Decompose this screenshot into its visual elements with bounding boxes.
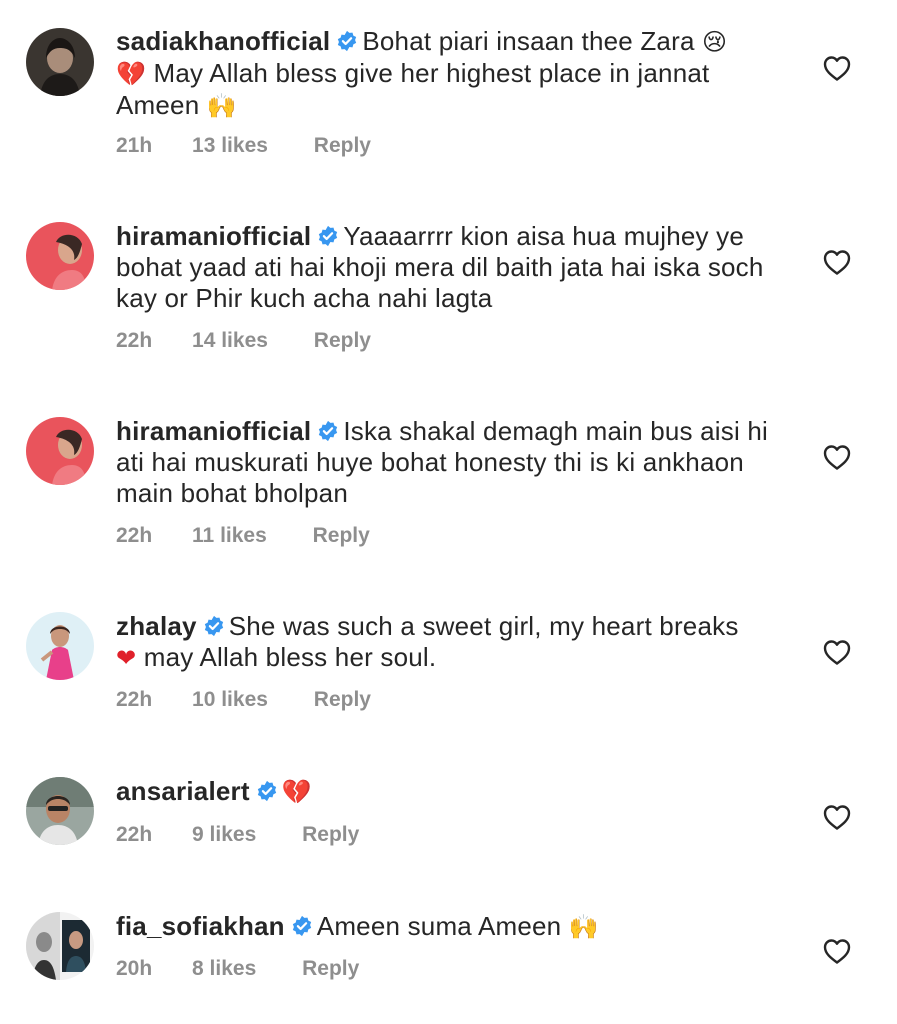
comment-meta: 22h 9 likes Reply [116, 823, 359, 847]
verified-badge-icon [317, 225, 339, 247]
username[interactable]: hiramaniofficial [116, 221, 311, 251]
like-heart-icon[interactable] [822, 248, 852, 276]
comment-meta: 22h 10 likes Reply [116, 688, 371, 712]
reply-button[interactable]: Reply [314, 329, 371, 353]
like-heart-icon[interactable] [822, 54, 852, 82]
like-heart-icon[interactable] [822, 937, 852, 965]
comment-text: She was such a sweet girl, my heart brea… [228, 611, 739, 641]
comment-meta: 20h 8 likes Reply [116, 957, 359, 981]
likes-count[interactable]: 13 likes [192, 134, 268, 158]
timestamp[interactable]: 22h [116, 688, 152, 712]
likes-count[interactable]: 8 likes [192, 957, 256, 981]
avatar[interactable] [26, 612, 94, 680]
username[interactable]: fia_sofiakhan [116, 911, 285, 941]
username[interactable]: zhalay [116, 611, 197, 641]
like-heart-icon[interactable] [822, 443, 852, 471]
avatar[interactable] [26, 417, 94, 485]
timestamp[interactable]: 22h [116, 823, 152, 847]
comment-meta: 22h 11 likes Reply [116, 524, 370, 548]
comment-text: May Allah bless give her highest place i… [116, 58, 710, 120]
broken-heart-emoji: 💔 [281, 778, 312, 806]
username[interactable]: ansarialert [116, 776, 250, 806]
red-heart-emoji: ❤ [116, 644, 137, 672]
verified-badge-icon [336, 30, 358, 52]
verified-badge-icon [317, 420, 339, 442]
username[interactable]: hiramaniofficial [116, 416, 311, 446]
avatar[interactable] [26, 777, 94, 845]
like-heart-icon[interactable] [822, 803, 852, 831]
comment-meta: 21h 13 likes Reply [116, 134, 371, 158]
comment-text: Ameen suma Ameen [316, 911, 569, 941]
timestamp[interactable]: 20h [116, 957, 152, 981]
comment-meta: 22h 14 likes Reply [116, 329, 371, 353]
crying-face-emoji: 😢 [702, 28, 728, 56]
comment-text: Bohat piari insaan thee Zara [362, 26, 703, 56]
verified-badge-icon [256, 780, 278, 802]
timestamp[interactable]: 22h [116, 524, 152, 548]
like-heart-icon[interactable] [822, 638, 852, 666]
timestamp[interactable]: 21h [116, 134, 152, 158]
raising-hands-emoji: 🙌 [568, 913, 599, 941]
verified-badge-icon [291, 915, 313, 937]
avatar[interactable] [26, 912, 94, 980]
verified-badge-icon [203, 615, 225, 637]
reply-button[interactable]: Reply [302, 957, 359, 981]
likes-count[interactable]: 11 likes [192, 524, 267, 548]
reply-button[interactable]: Reply [314, 688, 371, 712]
reply-button[interactable]: Reply [302, 823, 359, 847]
avatar[interactable] [26, 222, 94, 290]
avatar[interactable] [26, 28, 94, 96]
reply-button[interactable]: Reply [313, 524, 370, 548]
raising-hands-emoji: 🙌 [206, 92, 237, 120]
likes-count[interactable]: 14 likes [192, 329, 268, 353]
username[interactable]: sadiakhanofficial [116, 26, 330, 56]
reply-button[interactable]: Reply [314, 134, 371, 158]
likes-count[interactable]: 10 likes [192, 688, 268, 712]
broken-heart-emoji: 💔 [116, 60, 147, 88]
timestamp[interactable]: 22h [116, 329, 152, 353]
likes-count[interactable]: 9 likes [192, 823, 256, 847]
comment-text: may Allah bless her soul. [136, 642, 437, 672]
